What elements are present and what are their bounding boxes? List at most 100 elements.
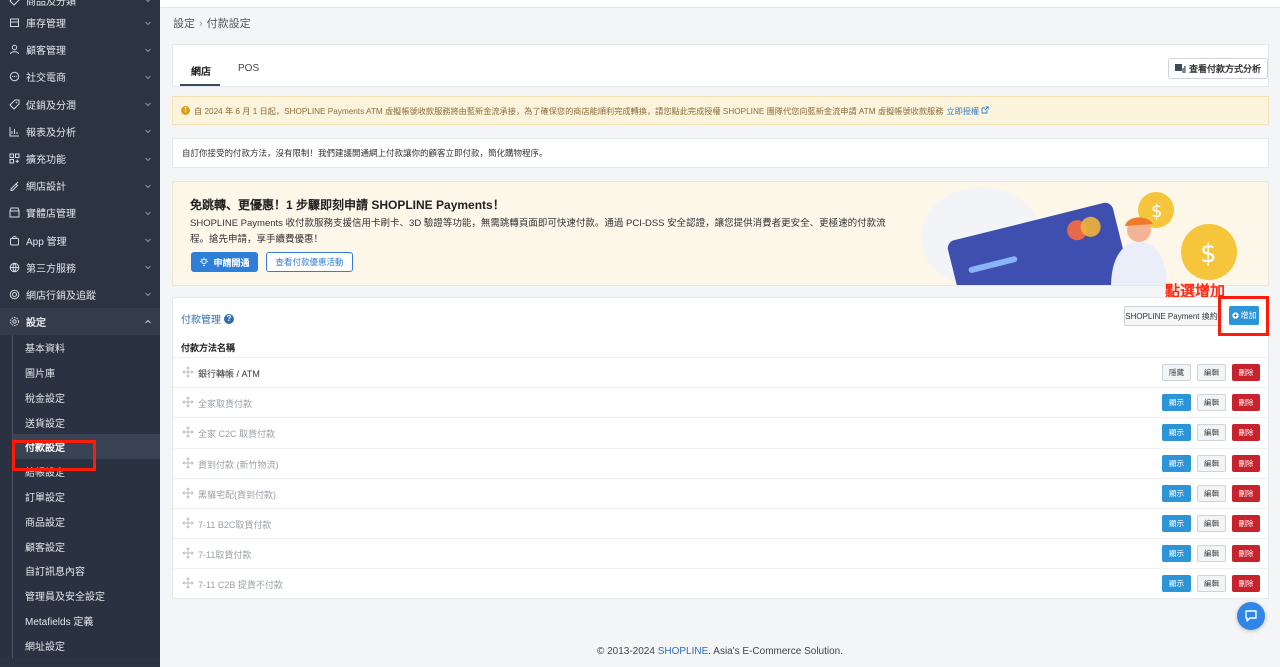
payment-description: 自訂你接受的付款方法，沒有限制！我們建議開通網上付款讓你的顧客立即付款，簡化購物… (172, 138, 1269, 168)
sidebar-subitem-7[interactable]: 商品設定 (12, 508, 160, 534)
delete-button[interactable]: 刪除 (1232, 545, 1260, 563)
store-icon (8, 207, 20, 219)
hide-button[interactable]: 隱藏 (1162, 364, 1191, 381)
row-actions: 隱藏 編輯 刪除 (1162, 364, 1260, 381)
external-link-icon (981, 105, 990, 113)
drag-handle-icon[interactable] (182, 396, 194, 408)
sidebar-subitem-3[interactable]: 送貨設定 (12, 409, 160, 435)
chevron-up-icon (145, 319, 151, 324)
help-icon[interactable]: ? (224, 313, 234, 324)
edit-button[interactable]: 編輯 (1197, 364, 1226, 381)
payment-method-name: 7-11 C2B 提貨不付款 (198, 580, 283, 591)
sidebar-item-11[interactable]: 網店行銷及追蹤 (0, 281, 160, 308)
top-bar (160, 0, 1280, 8)
payment-management-label: 付款管理 (181, 315, 221, 326)
delete-button[interactable]: 刪除 (1232, 454, 1260, 472)
sidebar-item-label: 網店行銷及追蹤 (26, 290, 96, 302)
promo-title: 免跳轉、更優惠！1 步驟即刻申請 SHOPLINE Payments！ (190, 198, 505, 212)
drag-handle-icon[interactable] (182, 487, 194, 499)
chevron-down-icon (145, 211, 151, 216)
promo-body: SHOPLINE Payments 收付款服務支援信用卡刷卡、3D 驗證等功能，… (190, 218, 886, 245)
view-payment-analysis-button[interactable]: 查看付款方式分析 (1168, 58, 1268, 79)
sidebar-subitem-8[interactable]: 顧客設定 (12, 533, 160, 559)
sidebar-item-8[interactable]: 實體店管理 (0, 199, 160, 226)
drag-handle-icon[interactable] (182, 426, 194, 439)
chevron-down-icon (145, 75, 151, 80)
show-button[interactable]: 顯示 (1162, 545, 1191, 563)
drag-handle-icon[interactable] (182, 456, 194, 469)
discount-icon (8, 98, 20, 110)
chat-bubble-icon (1245, 610, 1257, 622)
footer-brand[interactable]: SHOPLINE (658, 646, 709, 657)
show-button[interactable]: 顯示 (1162, 424, 1191, 442)
delete-button[interactable]: 刪除 (1232, 515, 1260, 532)
delete-button[interactable]: 刪除 (1232, 424, 1260, 442)
sidebar-item-7[interactable]: 網店設計 (0, 172, 160, 199)
tabs-card (172, 44, 1269, 87)
edit-button[interactable]: 編輯 (1197, 394, 1226, 412)
edit-button[interactable]: 編輯 (1197, 575, 1226, 593)
drag-handle-icon[interactable] (182, 517, 194, 529)
sidebar: 商品及分類 庫存管理 顧客管理 社交電商 促銷及分潤 報表及分析 擴充功能 網店設計 實體店管理… (0, 0, 160, 667)
edit-button[interactable]: 編輯 (1197, 515, 1226, 532)
drag-handle-icon[interactable] (182, 577, 194, 590)
sidebar-item-1[interactable]: 庫存管理 (0, 9, 160, 36)
apply-button[interactable]: 申請開通 (191, 252, 258, 272)
view-offers-button[interactable]: 查看付款優惠活動 (266, 252, 353, 272)
breadcrumb-parent[interactable]: 設定 (173, 18, 195, 30)
sidebar-item-0[interactable]: 商品及分類 (0, 0, 160, 9)
sidebar-item-2[interactable]: 顧客管理 (0, 36, 160, 63)
edit-button[interactable]: 編輯 (1197, 454, 1226, 472)
gear-icon (8, 316, 20, 328)
edit-button[interactable]: 編輯 (1197, 545, 1226, 563)
sidebar-subitem-6[interactable]: 訂單設定 (12, 484, 160, 509)
support-chat-button[interactable] (1237, 602, 1265, 630)
show-button[interactable]: 顯示 (1162, 454, 1191, 472)
authorize-now-link[interactable]: 立即授權 (946, 105, 990, 117)
sidebar-item-10[interactable]: 第三方服務 (0, 254, 160, 281)
grid-icon (8, 153, 20, 165)
tab-online-store[interactable]: 網店 (191, 63, 211, 78)
row-actions: 顯示 編輯 刪除 (1162, 424, 1260, 442)
sidebar-subitem-11[interactable]: Metafields 定義 (12, 608, 160, 633)
sidebar-subitem-1[interactable]: 圖片庫 (12, 360, 160, 385)
chart-icon (1174, 64, 1186, 73)
show-button[interactable]: 顯示 (1162, 515, 1191, 532)
sidebar-subitem-2[interactable]: 稅金設定 (12, 384, 160, 410)
sidebar-item-12[interactable]: 設定 (0, 308, 160, 336)
tag-icon (8, 0, 20, 6)
payment-row: 全家 C2C 取貨付款 顯示 編輯 刪除 (173, 417, 1268, 447)
sidebar-item-3[interactable]: 社交電商 (0, 63, 160, 90)
sidebar-item-6[interactable]: 擴充功能 (0, 145, 160, 172)
tab-pos[interactable]: POS (238, 63, 259, 74)
delete-button[interactable]: 刪除 (1232, 575, 1260, 593)
sidebar-subitem-9[interactable]: 自訂訊息內容 (12, 558, 160, 584)
sidebar-subitem-12[interactable]: 網址設定 (12, 632, 160, 658)
shopline-payment-contract-button[interactable]: SHOPLINE Payment 換約 (1124, 306, 1219, 326)
view-payment-analysis-label: 查看付款方式分析 (1188, 64, 1261, 74)
show-button[interactable]: 顯示 (1162, 394, 1191, 412)
edit-button[interactable]: 編輯 (1197, 484, 1226, 502)
delete-button[interactable]: 刪除 (1232, 484, 1260, 502)
sidebar-item-label: 第三方服務 (26, 263, 76, 275)
payment-method-column-header: 付款方法名稱 (181, 343, 236, 353)
show-button[interactable]: 顯示 (1162, 575, 1191, 593)
sidebar-subitem-0[interactable]: 基本資料 (12, 335, 160, 361)
chevron-down-icon (145, 129, 151, 134)
row-actions: 顯示 編輯 刪除 (1162, 575, 1260, 593)
sidebar-item-9[interactable]: App 管理 (0, 227, 160, 254)
annotation-highlight-add (1218, 296, 1269, 336)
sidebar-item-5[interactable]: 報表及分析 (0, 118, 160, 145)
delete-button[interactable]: 刪除 (1232, 394, 1260, 412)
sidebar-subitem-10[interactable]: 管理員及安全設定 (12, 583, 160, 609)
edit-button[interactable]: 編輯 (1197, 424, 1226, 442)
drag-handle-icon[interactable] (182, 547, 194, 559)
drag-handle-icon[interactable] (182, 366, 194, 378)
show-button[interactable]: 顯示 (1162, 484, 1191, 502)
sidebar-item-4[interactable]: 促銷及分潤 (0, 91, 160, 118)
payment-row: 7-11 C2B 提貨不付款 顯示 編輯 刪除 (173, 568, 1268, 598)
chevron-down-icon (145, 157, 151, 161)
payment-method-name: 黑貓宅配(貨到付款) (198, 489, 276, 500)
delete-button[interactable]: 刪除 (1232, 364, 1260, 381)
payment-method-name: 全家 C2C 取貨付款 (198, 429, 276, 440)
